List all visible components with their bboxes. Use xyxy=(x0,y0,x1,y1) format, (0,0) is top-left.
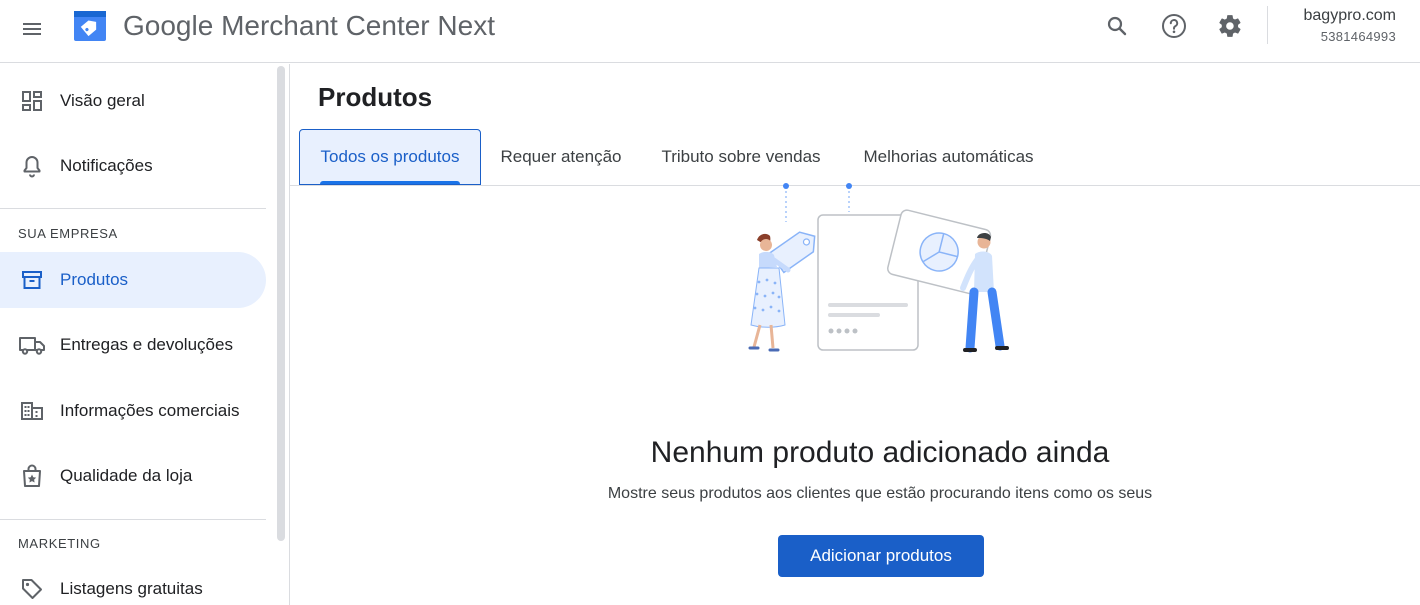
dashboard-icon xyxy=(18,89,46,113)
app-title-product: Merchant Center Next xyxy=(221,10,495,41)
archive-box-icon xyxy=(18,268,46,292)
tab-requer-atencao[interactable]: Requer atenção xyxy=(481,129,641,185)
section-divider xyxy=(0,208,266,209)
section-title-marketing: MARKETING xyxy=(18,536,101,551)
sidebar-item-notificacoes[interactable]: Notificações xyxy=(0,138,266,194)
active-tab-indicator xyxy=(320,181,460,184)
building-icon xyxy=(18,399,46,423)
page-title: Produtos xyxy=(318,82,433,112)
sidebar-item-informacoes-comerciais[interactable]: Informações comerciais xyxy=(0,383,266,439)
sidebar-item-label: Visão geral xyxy=(60,91,145,110)
sidebar-item-label: Informações comerciais xyxy=(60,401,240,420)
tag-icon xyxy=(18,577,46,601)
tab-bar: Todos os produtos Requer atenção Tributo… xyxy=(290,129,1420,186)
section-divider xyxy=(0,519,266,520)
tab-todos-os-produtos[interactable]: Todos os produtos xyxy=(299,129,481,185)
tab-melhorias-automaticas[interactable]: Melhorias automáticas xyxy=(841,129,1056,185)
empty-state-title: Nenhum produto adicionado ainda xyxy=(650,436,1110,469)
top-app-bar: Google Merchant Center Next bagypro.com … xyxy=(0,0,1420,63)
section-title-sua-empresa: SUA EMPRESA xyxy=(18,226,118,241)
help-icon[interactable] xyxy=(1156,8,1192,44)
app-title-brand: Google xyxy=(123,10,214,41)
empty-state-subtitle: Mostre seus produtos aos clientes que es… xyxy=(607,485,1153,502)
account-id: 5381464993 xyxy=(1320,29,1396,44)
tab-label: Melhorias automáticas xyxy=(863,147,1034,166)
people-with-product-cards-illustration xyxy=(748,183,1009,353)
sidebar-item-listagens-gratuitas[interactable]: Listagens gratuitas xyxy=(0,561,266,605)
sidebar-item-entregas[interactable]: Entregas e devoluções xyxy=(0,317,266,373)
sidebar-scrollbar[interactable] xyxy=(277,66,285,541)
sidebar-item-label: Qualidade da loja xyxy=(60,466,193,485)
gear-icon[interactable] xyxy=(1212,8,1248,44)
sidebar-item-label: Produtos xyxy=(60,270,129,289)
header-divider xyxy=(1267,6,1268,44)
tab-label: Tributo sobre vendas xyxy=(661,147,821,166)
tab-tributo-sobre-vendas[interactable]: Tributo sobre vendas xyxy=(641,129,841,185)
app-title: Google Merchant Center Next xyxy=(123,10,495,42)
hamburger-menu-icon[interactable] xyxy=(14,11,50,47)
sidebar-nav: Visão geral Notificações SUA EMPRESA Pro… xyxy=(0,64,290,605)
account-name[interactable]: bagypro.com xyxy=(1304,7,1397,25)
sidebar-item-visao-geral[interactable]: Visão geral xyxy=(0,73,266,129)
tab-label: Requer atenção xyxy=(500,147,622,166)
sidebar-item-label: Listagens gratuitas xyxy=(60,579,203,598)
sidebar-item-produtos[interactable]: Produtos xyxy=(0,252,266,308)
tab-label: Todos os produtos xyxy=(320,147,460,166)
add-products-button[interactable]: Adicionar produtos xyxy=(778,535,984,577)
sidebar-item-label: Notificações xyxy=(60,156,153,175)
bell-icon xyxy=(18,154,46,178)
shopping-bag-star-icon xyxy=(18,464,46,488)
truck-icon xyxy=(18,333,46,357)
search-icon[interactable] xyxy=(1099,8,1135,44)
merchant-center-logo-icon[interactable] xyxy=(72,7,108,43)
sidebar-item-label: Entregas e devoluções xyxy=(60,335,233,354)
sidebar-item-qualidade-da-loja[interactable]: Qualidade da loja xyxy=(0,448,266,504)
